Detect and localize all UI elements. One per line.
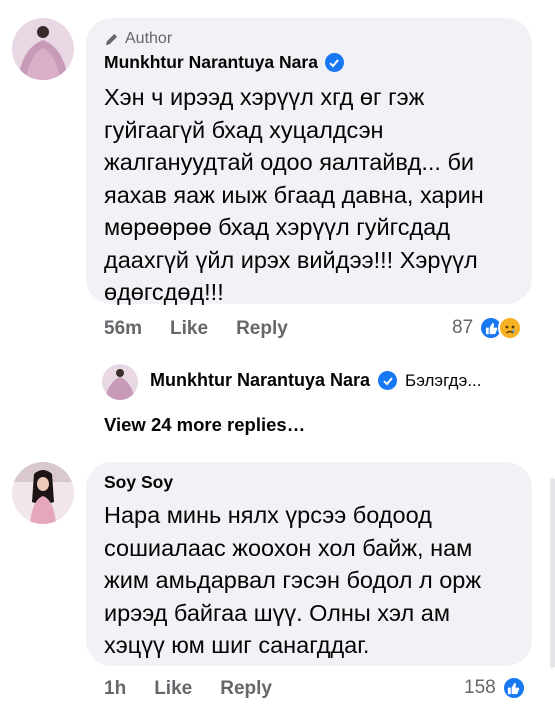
- reaction-count: 87: [452, 317, 474, 338]
- comment-actions: 56m Like Reply: [104, 318, 316, 340]
- reaction-count: 158: [464, 677, 496, 698]
- commenter-avatar[interactable]: [12, 18, 74, 80]
- reaction-summary[interactable]: 87: [452, 316, 523, 340]
- avatar-image: [12, 462, 74, 524]
- comment-actions: 1h Like Reply: [104, 678, 300, 700]
- author-badge: Author: [104, 30, 514, 48]
- like-reaction-icon: [501, 676, 526, 700]
- reply-preview[interactable]: Munkhtur Narantuya Nara Бэлэгдэ...: [150, 370, 482, 391]
- reaction-summary[interactable]: 158: [464, 676, 526, 700]
- like-button[interactable]: Like: [170, 318, 208, 340]
- pencil-icon: [105, 33, 118, 45]
- comment-text: Хэн ч ирээд хэрүүл хгд өг гэж гуйгаагүй …: [104, 84, 484, 305]
- comment-text: Нара минь нялх үрсээ бодоод сошиалаас жо…: [104, 502, 482, 658]
- reply-avatar[interactable]: [102, 364, 138, 400]
- scrollbar[interactable]: [550, 478, 555, 668]
- like-button[interactable]: Like: [154, 678, 192, 700]
- comment-time[interactable]: 56m: [104, 318, 142, 340]
- verified-badge-icon: [378, 371, 398, 390]
- comment-bubble: Soy Soy Нара минь нялх үрсээ бодоод соши…: [86, 462, 532, 666]
- commenter-avatar[interactable]: [12, 462, 74, 524]
- comment-time[interactable]: 1h: [104, 678, 126, 700]
- commenter-name[interactable]: Munkhtur Narantuya Nara: [104, 52, 318, 73]
- sad-reaction-icon: [498, 316, 523, 340]
- avatar-image: [102, 364, 138, 400]
- verified-badge-icon: [324, 53, 344, 72]
- avatar-image: [12, 18, 74, 80]
- reply-button[interactable]: Reply: [236, 318, 288, 340]
- reply-author-name[interactable]: Munkhtur Narantuya Nara: [150, 370, 370, 391]
- reply-button[interactable]: Reply: [220, 678, 272, 700]
- author-badge-label: Author: [125, 30, 173, 47]
- comment-bubble: Author Munkhtur Narantuya Nara Хэн ч ирэ…: [86, 18, 532, 305]
- reply-snippet: Бэлэгдэ...: [405, 370, 482, 390]
- view-more-replies-link[interactable]: View 24 more replies…: [104, 414, 305, 436]
- commenter-name[interactable]: Soy Soy: [104, 472, 173, 493]
